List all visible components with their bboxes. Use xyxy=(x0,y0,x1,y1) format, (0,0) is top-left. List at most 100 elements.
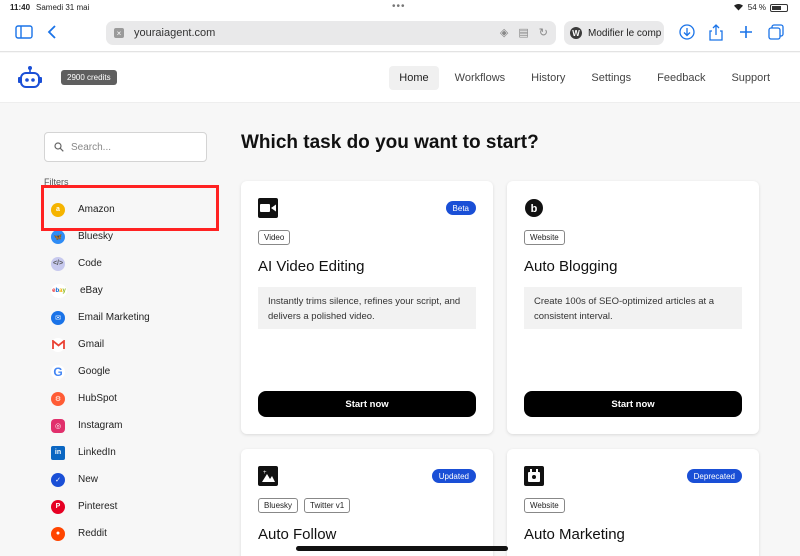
nav-support[interactable]: Support xyxy=(721,66,780,90)
status-right: 54 % xyxy=(733,2,788,13)
page-title: Which task do you want to start? xyxy=(241,132,539,153)
reader-icon[interactable]: ▤ xyxy=(518,26,528,39)
card-title: Auto Blogging xyxy=(524,258,618,275)
status-badge: Deprecated xyxy=(686,469,742,483)
task-card-auto-marketing[interactable]: Deprecated Website Auto Marketing xyxy=(507,449,759,556)
filter-reddit[interactable]: ● Reddit xyxy=(44,520,214,547)
battery-percent: 54 % xyxy=(747,3,766,12)
tag: Bluesky xyxy=(258,498,299,513)
status-time: 11:40 xyxy=(10,3,31,12)
tag: Twitter v1 xyxy=(304,498,351,513)
nav-settings[interactable]: Settings xyxy=(581,66,641,90)
filter-label: eBay xyxy=(80,285,103,296)
download-icon[interactable] xyxy=(677,22,697,42)
address-bar-actions: ◈ ▤ ↻ xyxy=(500,26,548,39)
linkedin-icon: in xyxy=(51,445,65,460)
pinterest-icon: P xyxy=(51,499,65,514)
tag: Video xyxy=(258,230,291,245)
home-indicator[interactable] xyxy=(296,546,508,551)
status-bar: 11:40 Samedi 31 mai ••• 54 % xyxy=(0,0,800,16)
tag: Website xyxy=(524,498,565,513)
code-icon: </> xyxy=(51,256,65,271)
filter-ebay[interactable]: ebay eBay xyxy=(44,277,214,304)
svg-text:b: b xyxy=(531,203,538,215)
main-nav: Home Workflows History Settings Feedback… xyxy=(389,66,780,90)
nav-feedback[interactable]: Feedback xyxy=(647,66,715,90)
filter-label: Reddit xyxy=(78,528,107,539)
search-input[interactable] xyxy=(71,141,191,153)
url-text: youraiagent.com xyxy=(134,27,216,39)
filter-list: a Amazon 🦋 Bluesky </> Code ebay eBay ✉ … xyxy=(44,196,214,547)
search-box[interactable] xyxy=(44,132,207,162)
blog-icon: b xyxy=(524,198,544,218)
video-camera-icon xyxy=(258,198,278,218)
reload-icon[interactable]: ↻ xyxy=(539,26,548,39)
filter-label: Code xyxy=(78,258,102,269)
tag-list: Video xyxy=(258,230,291,245)
wifi-icon xyxy=(733,2,744,13)
card-description: Create 100s of SEO-optimized articles at… xyxy=(524,287,742,329)
wordpress-icon: W xyxy=(570,27,582,39)
ebay-icon: ebay xyxy=(51,283,67,298)
tab-secondary-label: Modifier le comp xyxy=(588,27,662,39)
filter-new[interactable]: ✓ New xyxy=(44,466,214,493)
multitasking-dots-icon[interactable]: ••• xyxy=(392,1,406,12)
robot-logo-icon[interactable] xyxy=(17,65,43,91)
filter-hubspot[interactable]: ⚙ HubSpot xyxy=(44,385,214,412)
task-card-auto-follow[interactable]: + Updated Bluesky Twitter v1 Auto Follow xyxy=(241,449,493,556)
task-card-auto-blogging[interactable]: b Website Auto Blogging Create 100s of S… xyxy=(507,181,759,434)
share-icon[interactable] xyxy=(706,22,726,42)
filter-label: Gmail xyxy=(78,339,105,350)
sidebar-toggle-icon[interactable] xyxy=(14,22,34,42)
tag-list: Website xyxy=(524,230,565,245)
filter-code[interactable]: </> Code xyxy=(44,250,214,277)
card-title: Auto Marketing xyxy=(524,526,625,543)
credits-badge: 2900 credits xyxy=(61,70,117,85)
new-icon: ✓ xyxy=(51,472,65,487)
filter-email-marketing[interactable]: ✉ Email Marketing xyxy=(44,304,214,331)
svg-text:+: + xyxy=(263,470,267,476)
gmail-icon xyxy=(51,337,65,352)
nav-history[interactable]: History xyxy=(521,66,575,90)
tag: Website xyxy=(524,230,565,245)
close-tab-icon[interactable]: × xyxy=(114,28,124,38)
filter-gmail[interactable]: Gmail xyxy=(44,331,214,358)
nav-home[interactable]: Home xyxy=(389,66,439,90)
tag-list: Website xyxy=(524,498,565,513)
search-icon xyxy=(54,142,64,152)
start-now-button[interactable]: Start now xyxy=(258,391,476,417)
filter-instagram[interactable]: ◎ Instagram xyxy=(44,412,214,439)
task-card-ai-video-editing[interactable]: Beta Video AI Video Editing Instantly tr… xyxy=(241,181,493,434)
filter-label: LinkedIn xyxy=(78,447,116,458)
filter-label: Bluesky xyxy=(78,231,114,242)
battery-icon xyxy=(770,3,788,12)
filter-label: Email Marketing xyxy=(78,312,150,323)
filter-label: Google xyxy=(78,366,111,377)
filter-label: New xyxy=(78,474,99,485)
card-description: Instantly trims silence, refines your sc… xyxy=(258,287,476,329)
follow-icon: + xyxy=(258,466,278,486)
app-header: 2900 credits Home Workflows History Sett… xyxy=(0,53,800,103)
tag-list: Bluesky Twitter v1 xyxy=(258,498,351,513)
new-tab-icon[interactable] xyxy=(736,22,756,42)
extension-icon[interactable]: ◈ xyxy=(500,26,508,39)
filter-linkedin[interactable]: in LinkedIn xyxy=(44,439,214,466)
instagram-icon: ◎ xyxy=(51,418,65,433)
back-icon[interactable] xyxy=(42,22,62,42)
reddit-icon: ● xyxy=(51,526,65,541)
filter-google[interactable]: G Google xyxy=(44,358,214,385)
status-badge: Beta xyxy=(445,201,476,215)
browser-chrome: 11:40 Samedi 31 mai ••• 54 % × youraiage… xyxy=(0,0,800,52)
card-title: Auto Follow xyxy=(258,526,337,543)
nav-workflows[interactable]: Workflows xyxy=(445,66,516,90)
filter-label: Pinterest xyxy=(78,501,118,512)
status-date: Samedi 31 mai xyxy=(36,3,90,12)
bluesky-icon: 🦋 xyxy=(51,229,65,244)
tab-secondary[interactable]: W Modifier le comp xyxy=(564,21,664,45)
tabs-overview-icon[interactable] xyxy=(766,22,786,42)
start-now-button[interactable]: Start now xyxy=(524,391,742,417)
email-icon: ✉ xyxy=(51,310,65,325)
filter-pinterest[interactable]: P Pinterest xyxy=(44,493,214,520)
address-bar[interactable]: × youraiagent.com ◈ ▤ ↻ xyxy=(106,21,556,45)
google-icon: G xyxy=(51,364,65,379)
